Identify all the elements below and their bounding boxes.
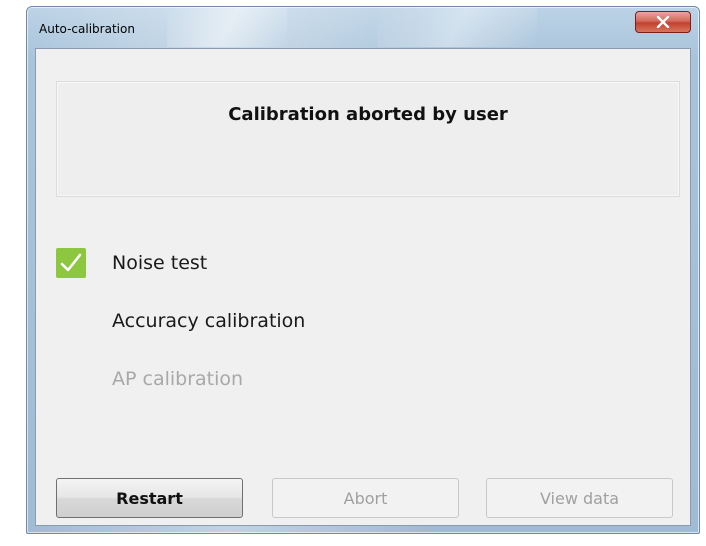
status-message: Calibration aborted by user (228, 104, 508, 125)
step-label: Accuracy calibration (112, 310, 306, 332)
step-label: Noise test (112, 252, 208, 274)
dialog-body: Calibration aborted by user Noise test A… (35, 48, 691, 526)
abort-button: Abort (272, 478, 459, 518)
auto-calibration-window: Auto-calibration Calibration aborted by … (26, 6, 700, 534)
step-accuracy-calibration: Accuracy calibration (56, 304, 305, 338)
step-label: AP calibration (112, 368, 244, 390)
view-data-button: View data (486, 478, 673, 518)
close-x-icon (656, 16, 670, 28)
window-title: Auto-calibration (39, 22, 135, 36)
restart-button[interactable]: Restart (56, 478, 243, 518)
step-ap-calibration: AP calibration (56, 362, 243, 396)
close-button[interactable] (635, 11, 691, 33)
step-noise-test: Noise test (56, 246, 207, 280)
title-bar[interactable]: Auto-calibration (27, 7, 699, 49)
checkmark-icon (56, 248, 86, 278)
status-panel: Calibration aborted by user (56, 81, 680, 197)
